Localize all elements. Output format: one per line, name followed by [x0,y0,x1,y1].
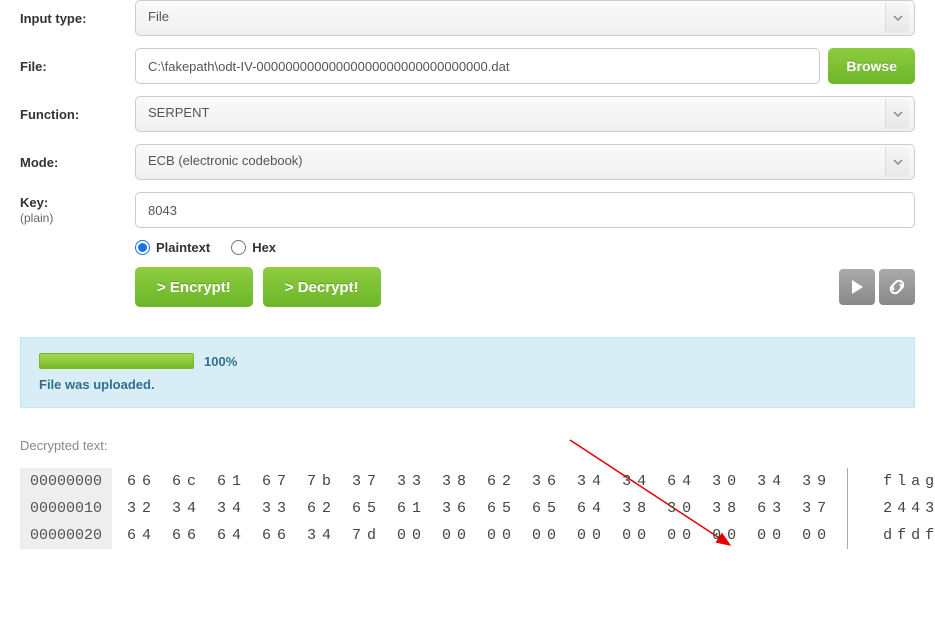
plaintext-radio[interactable] [135,240,150,255]
hex-ascii: 2443bea6eed808c7 [873,495,935,522]
hex-offset: 00000000 [20,468,112,495]
hex-bytes: 32 34 34 33 62 65 61 36 65 65 64 38 30 3… [112,495,848,522]
key-sublabel: (plain) [20,211,53,225]
file-label: File: [20,59,135,74]
hex-row: 00000010 32 34 34 33 62 65 61 36 65 65 6… [20,495,915,522]
hex-row: 00000000 66 6c 61 67 7b 37 33 38 62 36 3… [20,468,915,495]
hex-bytes: 64 66 64 66 34 7d 00 00 00 00 00 00 00 0… [112,522,848,549]
hex-output-table: 00000000 66 6c 61 67 7b 37 33 38 62 36 3… [20,468,915,549]
link-icon [887,277,907,297]
hex-bytes: 66 6c 61 67 7b 37 33 38 62 36 34 34 64 3… [112,468,848,495]
function-select[interactable]: SERPENT [135,96,915,132]
hex-row: 00000020 64 66 64 66 34 7d 00 00 00 00 0… [20,522,915,549]
mode-value: ECB (electronic codebook) [135,144,915,180]
progress-percent: 100% [204,354,237,369]
key-label: Key: (plain) [20,195,135,225]
link-icon-button[interactable] [879,269,915,305]
file-path-input[interactable] [135,48,820,84]
mode-select[interactable]: ECB (electronic codebook) [135,144,915,180]
play-icon [847,277,867,297]
decrypted-text-label: Decrypted text: [20,438,915,453]
mode-label: Mode: [20,155,135,170]
key-input[interactable] [135,192,915,228]
input-type-value: File [135,0,915,36]
plaintext-radio-label: Plaintext [156,240,210,255]
input-type-label: Input type: [20,11,135,26]
upload-status-box: 100% File was uploaded. [20,337,915,408]
encrypt-button[interactable]: > Encrypt! [135,267,253,307]
progress-bar [39,353,194,369]
upload-status-text: File was uploaded. [39,377,896,392]
hex-ascii: flag{738b644d049 [873,468,935,495]
browse-button[interactable]: Browse [828,48,915,84]
hex-radio-label: Hex [252,240,276,255]
function-value: SERPENT [135,96,915,132]
decrypt-button[interactable]: > Decrypt! [263,267,381,307]
function-label: Function: [20,107,135,122]
hex-offset: 00000010 [20,495,112,522]
hex-radio[interactable] [231,240,246,255]
input-type-select[interactable]: File [135,0,915,36]
play-icon-button[interactable] [839,269,875,305]
hex-ascii: dfdf4}.......... [873,522,935,549]
hex-offset: 00000020 [20,522,112,549]
